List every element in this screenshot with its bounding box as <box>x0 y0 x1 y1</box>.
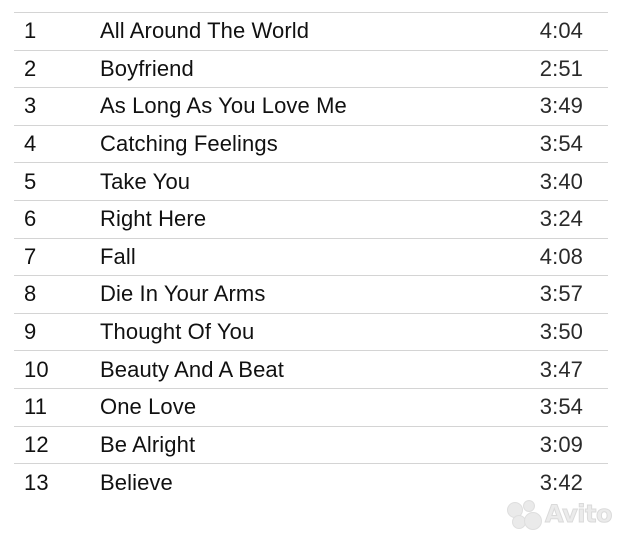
track-title: Die In Your Arms <box>100 281 266 307</box>
track-row[interactable]: 6 Right Here 3:24 <box>14 201 608 239</box>
track-title: All Around The World <box>100 18 310 44</box>
track-title: One Love <box>100 394 197 420</box>
track-row[interactable]: 1 All Around The World 4:04 <box>14 13 608 51</box>
track-row[interactable]: 5 Take You 3:40 <box>14 163 608 201</box>
track-number: 2 <box>24 55 37 81</box>
track-title: Be Alright <box>100 431 196 457</box>
track-row[interactable]: 13 Believe 3:42 <box>14 464 608 502</box>
track-number: 7 <box>24 243 37 269</box>
track-duration: 3:54 <box>539 131 583 157</box>
track-number: 8 <box>24 281 37 307</box>
track-title: Boyfriend <box>100 55 194 81</box>
track-duration: 3:47 <box>539 356 583 382</box>
track-number: 1 <box>24 18 37 44</box>
track-number: 11 <box>24 394 48 420</box>
track-duration: 2:51 <box>539 55 583 81</box>
track-title: Fall <box>100 243 136 269</box>
track-row[interactable]: 2 Boyfriend 2:51 <box>14 51 608 89</box>
track-row[interactable]: 3 As Long As You Love Me 3:49 <box>14 88 608 126</box>
track-title: Believe <box>100 469 173 495</box>
track-title: Take You <box>100 168 191 194</box>
track-title: As Long As You Love Me <box>100 93 347 119</box>
track-title: Thought Of You <box>100 319 255 345</box>
track-duration: 4:08 <box>539 243 583 269</box>
avito-watermark: Avito <box>506 500 613 530</box>
track-row[interactable]: 8 Die In Your Arms 3:57 <box>14 276 608 314</box>
track-row[interactable]: 11 One Love 3:54 <box>14 389 608 427</box>
track-number: 6 <box>24 206 37 232</box>
track-row[interactable]: 9 Thought Of You 3:50 <box>14 314 608 352</box>
avito-logo-icon <box>506 500 542 530</box>
track-duration: 4:04 <box>539 18 583 44</box>
track-number: 13 <box>24 469 49 495</box>
track-duration: 3:42 <box>539 469 583 495</box>
track-duration: 3:50 <box>539 319 583 345</box>
track-number: 3 <box>24 93 37 119</box>
track-number: 9 <box>24 319 37 345</box>
track-title: Right Here <box>100 206 207 232</box>
watermark-text: Avito <box>544 500 613 529</box>
track-duration: 3:24 <box>539 206 583 232</box>
track-row[interactable]: 7 Fall 4:08 <box>14 239 608 277</box>
track-number: 4 <box>24 131 37 157</box>
track-duration: 3:09 <box>539 431 583 457</box>
track-title: Catching Feelings <box>100 131 278 157</box>
track-row[interactable]: 4 Catching Feelings 3:54 <box>14 126 608 164</box>
track-title: Beauty And A Beat <box>100 356 284 382</box>
track-row[interactable]: 12 Be Alright 3:09 <box>14 427 608 465</box>
track-duration: 3:49 <box>539 93 583 119</box>
track-duration: 3:54 <box>539 394 583 420</box>
track-number: 5 <box>24 168 37 194</box>
track-number: 10 <box>24 356 49 382</box>
tracklist: 1 All Around The World 4:04 2 Boyfriend … <box>14 12 608 502</box>
track-number: 12 <box>24 431 49 457</box>
track-duration: 3:40 <box>539 168 583 194</box>
track-row[interactable]: 10 Beauty And A Beat 3:47 <box>14 351 608 389</box>
track-duration: 3:57 <box>539 281 583 307</box>
